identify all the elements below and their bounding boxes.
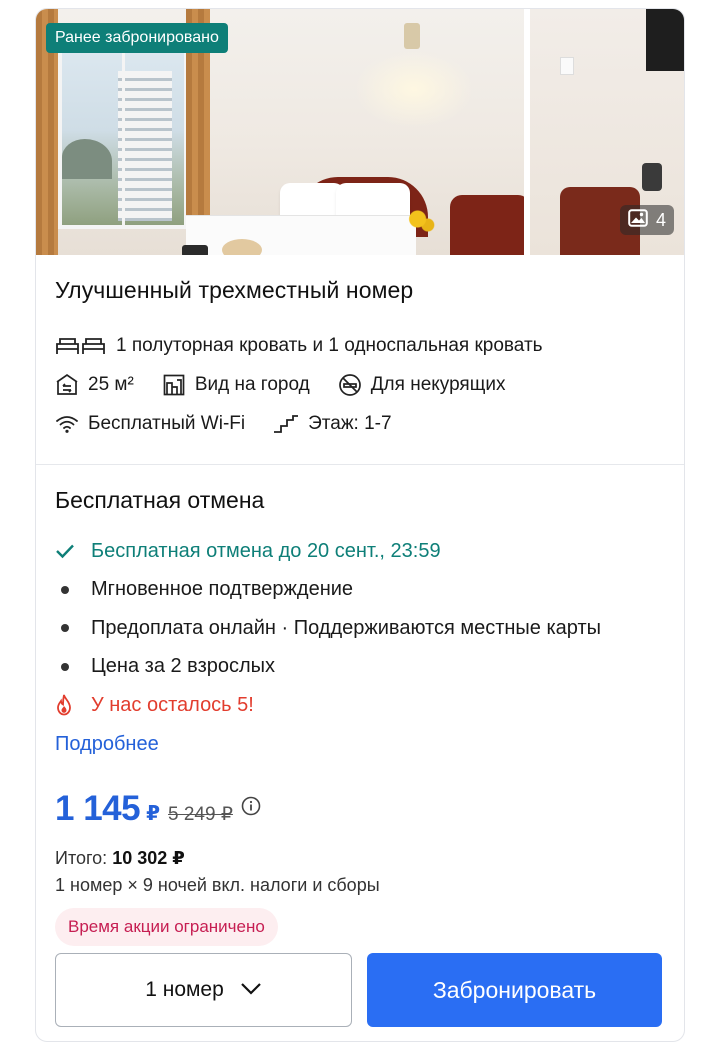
- current-price: 1 145: [55, 788, 141, 828]
- price-currency: ₽: [146, 802, 161, 825]
- room-info: Улучшенный трехместный номер 1 полуторна…: [36, 255, 684, 465]
- perk-text: Бесплатная отмена до 20 сент., 23:59: [91, 539, 441, 562]
- photo-count-badge[interactable]: 4: [619, 205, 674, 235]
- floor-text: Этаж: 1-7: [308, 412, 392, 434]
- total-line: Итого: 10 302 ₽: [55, 845, 665, 872]
- perk-text: Цена за 2 взрослых: [91, 655, 276, 678]
- price-total: Итого: 10 302 ₽ 1 номер × 9 ночей вкл. н…: [55, 845, 665, 899]
- room-photo-main[interactable]: Ранее забронировано: [36, 9, 524, 255]
- bed: [186, 215, 416, 255]
- rooms-quantity-select[interactable]: 1 номер: [55, 953, 352, 1027]
- total-value: 10 302 ₽: [112, 847, 185, 868]
- image-gallery-icon: [628, 208, 648, 232]
- room-photo-second[interactable]: 4: [530, 9, 684, 255]
- room-photo-gallery[interactable]: Ранее забронировано 4: [36, 9, 684, 255]
- camera: [182, 245, 208, 255]
- kettle: [642, 163, 662, 191]
- previously-booked-badge: Ранее забронировано: [46, 23, 228, 53]
- rooms-quantity-label: 1 номер: [145, 978, 224, 1001]
- facility-row: 25 м² Вид на город Для некурящих: [55, 365, 665, 404]
- area-info: 25 м²: [55, 373, 134, 397]
- price-row: 1 145 ₽ 5 249 ₽: [55, 789, 665, 829]
- wifi-icon: [55, 414, 79, 434]
- chevron-down-icon: [240, 978, 262, 1002]
- bullet-icon: [55, 585, 91, 594]
- rate-title: Бесплатная отмена: [55, 487, 265, 513]
- window-mullion: [122, 53, 125, 225]
- tower-shape: [118, 71, 172, 221]
- photo-count: 4: [655, 209, 666, 230]
- no-smoking-icon: [338, 373, 362, 397]
- perk-instant-confirmation: Мгновенное подтверждение: [55, 571, 665, 610]
- bullet-icon: [55, 624, 91, 633]
- wifi-info: Бесплатный Wi-Fi: [55, 413, 245, 435]
- tv: [646, 9, 684, 71]
- light-switch: [560, 57, 574, 75]
- rate-perks: Бесплатная отмена до 20 сент., 23:59 Мгн…: [55, 532, 665, 725]
- lamp-glow: [354, 49, 474, 129]
- headboard-second: [450, 195, 524, 255]
- smoking-text: Для некурящих: [370, 373, 506, 395]
- city-view-icon: [162, 373, 186, 397]
- room-rate-card: Ранее забронировано 4 Улучшенный трехмес…: [35, 8, 685, 1042]
- rate-section: Бесплатная отмена Бесплатная отмена до 2…: [36, 465, 684, 946]
- perk-text: У нас осталось 5!: [91, 693, 254, 716]
- smoking-info: Для некурящих: [338, 373, 506, 397]
- check-icon: [55, 543, 91, 559]
- flowers: [404, 207, 438, 237]
- room-title: Улучшенный трехместный номер: [55, 277, 414, 303]
- limited-offer-badge: Время акции ограничено: [55, 907, 278, 946]
- perk-free-cancellation: Бесплатная отмена до 20 сент., 23:59: [55, 532, 665, 571]
- floor-info: Этаж: 1-7: [273, 412, 392, 435]
- view-text: Вид на город: [194, 373, 310, 395]
- facility-row: 1 полуторная кровать и 1 односпальная кр…: [55, 326, 665, 365]
- price-breakdown: 1 номер × 9 ночей вкл. налоги и сборы: [55, 874, 380, 895]
- bed-icon: [55, 336, 107, 356]
- perk-prepayment: Предоплата онлайн · Поддерживаются местн…: [55, 609, 665, 648]
- fire-icon: [55, 694, 91, 716]
- room-facilities: 1 полуторная кровать и 1 односпальная кр…: [55, 326, 665, 443]
- total-label: Итого:: [55, 847, 108, 868]
- bed-info: 1 полуторная кровать и 1 односпальная кр…: [55, 335, 543, 357]
- wall-lamp: [404, 23, 420, 49]
- perk-rooms-left: У нас осталось 5!: [55, 686, 665, 725]
- stairs-icon: [273, 414, 299, 434]
- bed-text: 1 полуторная кровать и 1 односпальная кр…: [116, 334, 543, 356]
- view-info: Вид на город: [162, 373, 310, 397]
- perk-text: Мгновенное подтверждение: [91, 578, 354, 601]
- bullet-icon: [55, 662, 91, 671]
- perk-guests: Цена за 2 взрослых: [55, 648, 665, 687]
- booking-actions: 1 номер Забронировать: [55, 953, 662, 1027]
- mountain-shape: [62, 139, 112, 179]
- old-price: 5 249 ₽: [168, 803, 233, 825]
- straw-hat: [222, 239, 262, 255]
- room-size-icon: [55, 373, 79, 397]
- details-link[interactable]: Подробнее: [55, 733, 159, 756]
- book-button[interactable]: Забронировать: [367, 953, 662, 1027]
- wifi-text: Бесплатный Wi-Fi: [88, 412, 246, 434]
- window-scenery: [58, 49, 188, 229]
- area-text: 25 м²: [88, 373, 134, 395]
- perk-text: Предоплата онлайн · Поддерживаются местн…: [91, 616, 601, 639]
- info-icon[interactable]: [241, 796, 261, 821]
- facility-row: Бесплатный Wi-Fi Этаж: 1-7: [55, 404, 665, 443]
